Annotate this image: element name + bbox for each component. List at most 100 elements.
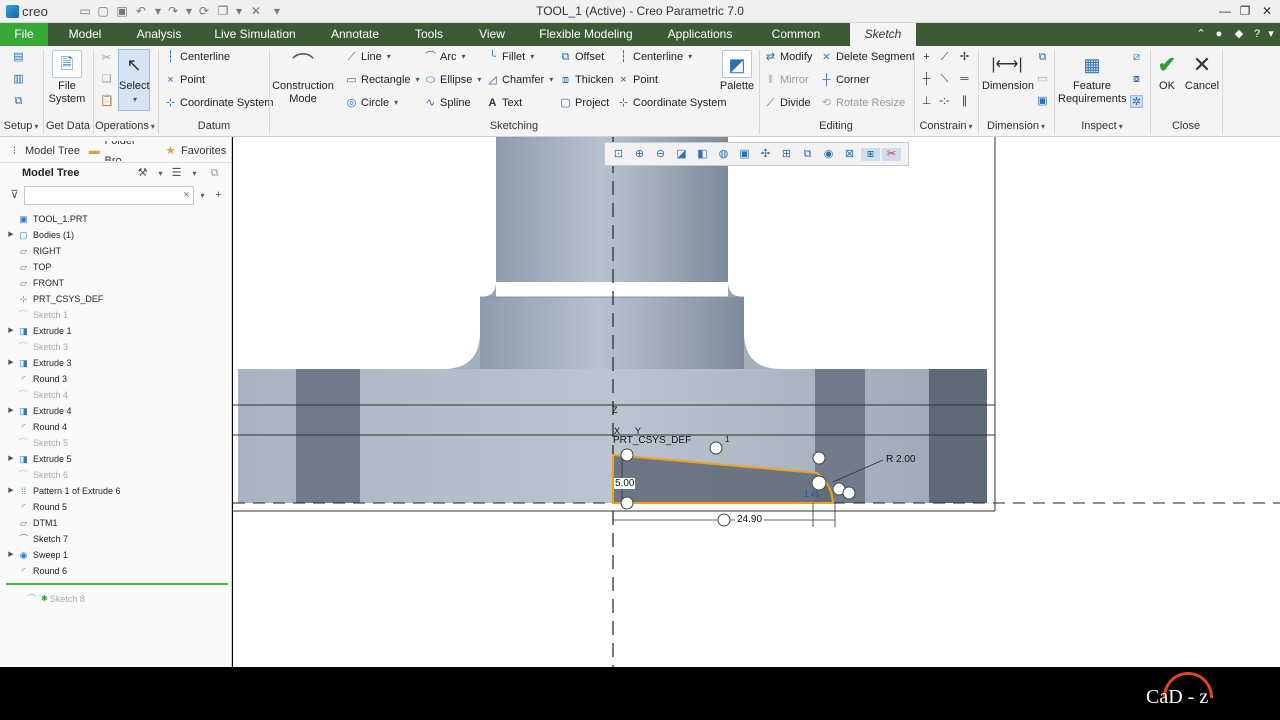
- tree-item[interactable]: ◜ Round 3: [6, 371, 226, 387]
- dimension-handle[interactable]: [717, 513, 731, 527]
- tree-columns-dropdown-icon[interactable]: ▾: [188, 167, 201, 180]
- tree-item[interactable]: ◜ Round 6: [6, 563, 226, 579]
- perpendicular-constraint-icon[interactable]: ⊥: [920, 95, 933, 108]
- fillet-button[interactable]: ╰ Fillet ▾: [486, 48, 534, 66]
- tab-model[interactable]: Model: [56, 23, 114, 46]
- parallel-constraint-icon[interactable]: ∥: [958, 95, 971, 108]
- highlight-open-ends-icon[interactable]: ⧇: [1130, 73, 1143, 86]
- spline-button[interactable]: ∿ Spline: [424, 94, 471, 112]
- divide-button[interactable]: ⟋ Divide: [764, 94, 811, 112]
- tangent-constraint-marker[interactable]: [812, 451, 826, 465]
- tab-sketch[interactable]: Sketch: [850, 23, 916, 46]
- dim-small-text[interactable]: 1.41: [804, 490, 820, 499]
- tangent-constraint-icon[interactable]: ⟋: [938, 51, 951, 64]
- dimension-group-label[interactable]: Dimension ▾: [980, 118, 1052, 134]
- close-icon[interactable]: ✕: [1256, 3, 1278, 20]
- rectangle-button[interactable]: ▭ Rectangle ▾: [345, 71, 419, 89]
- tab-tools[interactable]: Tools: [404, 23, 454, 46]
- command-search-icon[interactable]: ◆: [1232, 27, 1246, 41]
- tree-item[interactable]: ⌒ Sketch 3: [6, 339, 226, 355]
- minimize-ribbon-icon[interactable]: ⌃: [1194, 27, 1208, 41]
- arc-button[interactable]: ⌒ Arc ▾: [424, 48, 466, 66]
- tree-item[interactable]: ▱ FRONT: [6, 275, 226, 291]
- notification-icon[interactable]: ●: [1212, 27, 1226, 41]
- ellipse-button[interactable]: ⬭ Ellipse ▾: [424, 71, 482, 89]
- operations-group-label[interactable]: Operations ▾: [94, 118, 156, 134]
- delete-segment-button[interactable]: ⨯ Delete Segment: [820, 48, 915, 66]
- sketch-coordinate-system-button[interactable]: ⊹ Coordinate System: [617, 94, 727, 112]
- refit-icon[interactable]: ⊡: [609, 148, 628, 161]
- tree-item[interactable]: ▱ RIGHT: [6, 243, 226, 259]
- tree-item[interactable]: ⊹ PRT_CSYS_DEF: [6, 291, 226, 307]
- add-filter-icon[interactable]: +: [212, 189, 225, 202]
- datum-display-icon[interactable]: ✣: [756, 148, 775, 161]
- view-manager-icon[interactable]: ▣: [735, 148, 754, 161]
- search-dropdown-icon[interactable]: ▾: [196, 189, 209, 202]
- repaint-icon[interactable]: ◪: [672, 148, 691, 161]
- tab-analysis[interactable]: Analysis: [124, 23, 194, 46]
- tree-item[interactable]: ◜ Round 5: [6, 499, 226, 515]
- modify-button[interactable]: ⇄ Modify: [764, 48, 813, 66]
- palette-button[interactable]: ◩ Palette: [718, 50, 756, 93]
- tree-item[interactable]: ▶ ◨ Extrude 5: [6, 451, 226, 467]
- tree-item[interactable]: ▣ TOOL_1.PRT: [6, 211, 226, 227]
- tab-annotate[interactable]: Annotate: [320, 23, 390, 46]
- offset-button[interactable]: ⧉ Offset: [559, 48, 605, 66]
- expand-arrow-icon[interactable]: ▶: [6, 323, 16, 339]
- restore-icon[interactable]: ❐: [1234, 3, 1256, 20]
- tree-item[interactable]: ▶ ⁞⁞ Pattern 1 of Extrude 6: [6, 483, 226, 499]
- expand-arrow-icon[interactable]: ▶: [6, 547, 16, 563]
- project-button[interactable]: ▢ Project: [559, 94, 609, 112]
- cancel-button[interactable]: ✕ Cancel: [1184, 50, 1220, 93]
- annotation-display-icon[interactable]: ⊞: [777, 148, 796, 161]
- constraint-marker[interactable]: [620, 448, 634, 462]
- active-sketch-item[interactable]: ⌒ ✱ Sketch 8: [24, 591, 85, 607]
- corner-button[interactable]: ┼ Corner: [820, 71, 870, 89]
- parallel-constraint-marker[interactable]: [709, 441, 723, 455]
- line-button[interactable]: ⟋ Line ▾: [345, 48, 391, 66]
- dim-radius-text[interactable]: R 2.00: [886, 454, 915, 465]
- sketch-view-icon[interactable]: ▥: [12, 73, 25, 86]
- tab-file[interactable]: File: [0, 23, 48, 46]
- tree-item[interactable]: ⌒ Sketch 7: [6, 531, 226, 547]
- filter-icon[interactable]: ⊽: [8, 189, 21, 202]
- tree-settings-icon[interactable]: ⚒: [136, 167, 149, 180]
- datum-coordinate-system-button[interactable]: ⊹ Coordinate System: [164, 94, 274, 112]
- tab-model-tree[interactable]: ⁝ Model Tree: [8, 141, 80, 161]
- datum-centerline-button[interactable]: ┆ Centerline: [164, 48, 230, 66]
- mirror-button[interactable]: ⫴ Mirror: [764, 71, 809, 89]
- perimeter-icon[interactable]: ⧉: [1036, 51, 1049, 64]
- symmetric-constraint-icon[interactable]: -:-: [938, 95, 951, 108]
- tab-favorites[interactable]: ★ Favorites: [164, 141, 227, 161]
- tab-live-simulation[interactable]: Live Simulation: [206, 23, 304, 46]
- tree-item[interactable]: ▱ DTM1: [6, 515, 226, 531]
- chamfer-button[interactable]: ◿ Chamfer ▾: [486, 71, 553, 89]
- tree-item[interactable]: ⌒ Sketch 6: [6, 467, 226, 483]
- tab-applications[interactable]: Applications: [656, 23, 744, 46]
- graphics-window[interactable]: Z X Y PRT_CSYS_DEF 1 5.00 24.90 R 2.00 1…: [233, 137, 1280, 667]
- tree-item[interactable]: ⌒ Sketch 1: [6, 307, 226, 323]
- tree-search-input[interactable]: [24, 186, 194, 205]
- midpoint-constraint-icon[interactable]: ✢: [958, 51, 971, 64]
- paste-icon[interactable]: 📋: [100, 95, 114, 108]
- text-button[interactable]: A Text: [486, 94, 523, 112]
- reference-dimension-icon[interactable]: ▣: [1036, 95, 1049, 108]
- constraint-marker[interactable]: [811, 475, 827, 491]
- tree-item[interactable]: ⌒ Sketch 4: [6, 387, 226, 403]
- tree-item[interactable]: ⌒ Sketch 5: [6, 435, 226, 451]
- tree-settings-dropdown-icon[interactable]: ▾: [154, 167, 167, 180]
- tree-item[interactable]: ◜ Round 4: [6, 419, 226, 435]
- collar-surface[interactable]: [480, 297, 744, 369]
- tab-folder-browser[interactable]: ▬ Folder Bro: [88, 141, 154, 161]
- help-dropdown-icon[interactable]: ▾: [1264, 27, 1278, 41]
- constraint-marker[interactable]: [620, 496, 634, 510]
- sketch-centerline-button[interactable]: ┆ Centerline ▾: [617, 48, 692, 66]
- ok-button[interactable]: ✔ OK: [1154, 50, 1180, 93]
- appearance-icon[interactable]: ◉: [819, 148, 838, 161]
- tree-filter-settings-icon[interactable]: ⧉: [208, 167, 221, 180]
- select-button[interactable]: ↖ Select ▾: [118, 49, 150, 111]
- tab-common[interactable]: Common: [760, 23, 832, 46]
- overlapping-geometry-icon[interactable]: ⧄: [1130, 51, 1143, 64]
- clear-search-icon[interactable]: ×: [180, 189, 193, 202]
- tree-item[interactable]: ▶ ◉ Sweep 1: [6, 547, 226, 563]
